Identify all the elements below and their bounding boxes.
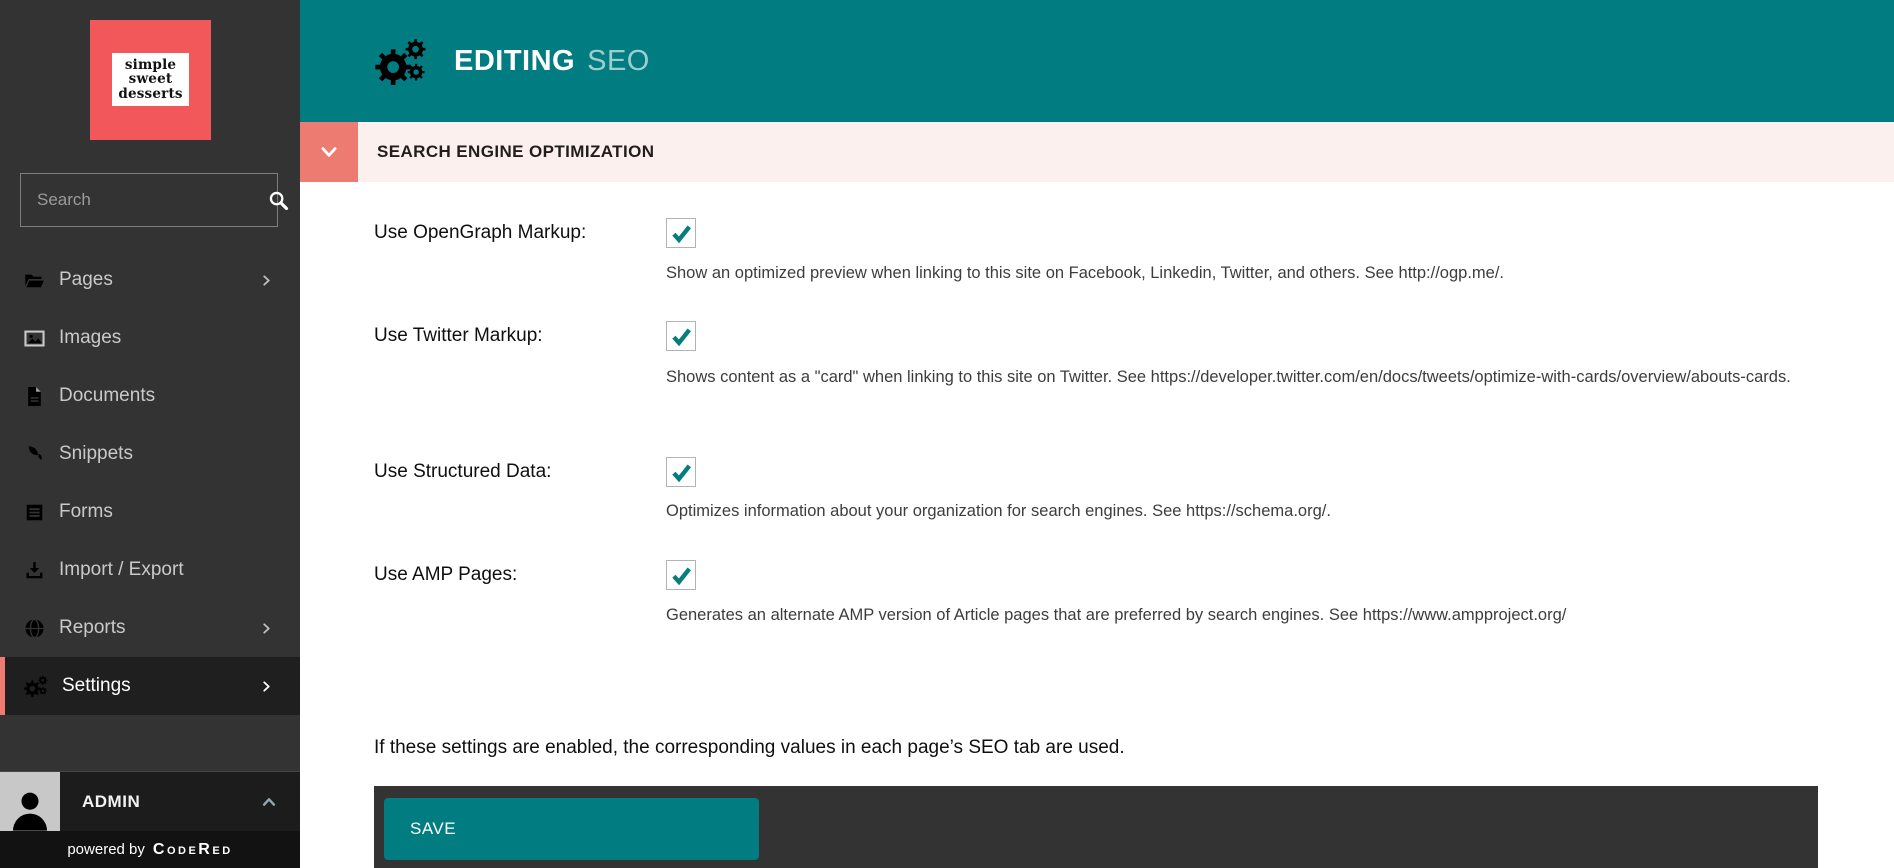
sidebar-item-forms[interactable]: Forms (0, 483, 300, 541)
page-header: EDITING SEO (300, 0, 1894, 122)
sidebar-item-settings[interactable]: Settings (0, 657, 300, 715)
document-icon (24, 386, 45, 407)
gears-icon (375, 38, 427, 85)
form-icon (24, 502, 45, 523)
sidebar-item-label: Images (59, 327, 121, 349)
search-icon[interactable] (268, 190, 289, 211)
leaf-icon (24, 444, 45, 465)
form-footer-bar: SAVE (374, 786, 1818, 868)
help-text-opengraph: Show an optimized preview when linking t… (666, 258, 1816, 288)
field-label-amp: Use AMP Pages: (374, 564, 517, 586)
image-icon (24, 328, 45, 349)
account-name: ADMIN (82, 792, 140, 812)
avatar (0, 772, 60, 832)
logo-line: simple (125, 58, 176, 73)
chevron-right-icon (259, 679, 274, 694)
sidebar-item-label: Documents (59, 385, 155, 407)
sidebar: simple sweet desserts Pages Images Docum… (0, 0, 300, 868)
chevron-down-icon (318, 141, 340, 163)
section-title: SEARCH ENGINE OPTIMIZATION (377, 142, 654, 162)
settings-note: If these settings are enabled, the corre… (374, 737, 1125, 759)
app-window: simple sweet desserts Pages Images Docum… (0, 0, 1894, 868)
checkmark-icon (670, 325, 693, 348)
sidebar-item-import-export[interactable]: Import / Export (0, 541, 300, 599)
person-icon (7, 786, 53, 832)
site-logo-text: simple sweet desserts (112, 53, 189, 106)
sidebar-item-reports[interactable]: Reports (0, 599, 300, 657)
sidebar-item-images[interactable]: Images (0, 309, 300, 367)
logo-line: sweet (129, 72, 173, 87)
chevron-right-icon (259, 621, 274, 636)
sidebar-item-label: Import / Export (59, 559, 184, 581)
download-icon (24, 560, 45, 581)
account-menu[interactable]: ADMIN (0, 771, 300, 831)
globe-icon (24, 618, 45, 639)
sidebar-item-documents[interactable]: Documents (0, 367, 300, 425)
logo-line: desserts (118, 87, 182, 102)
checkbox-amp[interactable] (666, 560, 696, 590)
page-subtitle: SEO (587, 45, 650, 78)
checkmark-icon (670, 564, 693, 587)
sidebar-item-label: Reports (59, 617, 126, 639)
section-collapse-button[interactable] (300, 122, 358, 182)
page-title: EDITING (454, 45, 575, 78)
sidebar-item-label: Snippets (59, 443, 133, 465)
sidebar-nav: Pages Images Documents Snippets Forms (0, 251, 300, 715)
help-text-twitter: Shows content as a "card" when linking t… (666, 362, 1816, 392)
site-logo[interactable]: simple sweet desserts (90, 20, 211, 140)
chevron-up-icon (260, 793, 278, 811)
checkbox-structured-data[interactable] (666, 457, 696, 487)
checkbox-opengraph[interactable] (666, 218, 696, 248)
field-label-opengraph: Use OpenGraph Markup: (374, 222, 586, 244)
search-input[interactable] (21, 190, 268, 210)
field-label-twitter: Use Twitter Markup: (374, 325, 543, 347)
sidebar-item-label: Pages (59, 269, 113, 291)
sidebar-item-snippets[interactable]: Snippets (0, 425, 300, 483)
sidebar-item-label: Settings (62, 675, 131, 697)
powered-by-bar: powered by CodeRed (0, 831, 300, 868)
checkmark-icon (670, 461, 693, 484)
checkbox-twitter[interactable] (666, 321, 696, 351)
powered-by-text: powered by (67, 841, 145, 858)
section-bar: SEARCH ENGINE OPTIMIZATION (300, 122, 1894, 182)
chevron-right-icon (259, 273, 274, 288)
sidebar-item-label: Forms (59, 501, 113, 523)
help-text-amp: Generates an alternate AMP version of Ar… (666, 600, 1816, 630)
field-label-structured-data: Use Structured Data: (374, 461, 551, 483)
checkmark-icon (670, 222, 693, 245)
help-text-structured-data: Optimizes information about your organiz… (666, 496, 1816, 526)
save-button[interactable]: SAVE (384, 798, 759, 860)
gears-icon (24, 675, 48, 697)
folder-icon (24, 270, 45, 291)
codered-logo: CodeRed (153, 841, 233, 859)
sidebar-item-pages[interactable]: Pages (0, 251, 300, 309)
sidebar-search (20, 173, 278, 227)
